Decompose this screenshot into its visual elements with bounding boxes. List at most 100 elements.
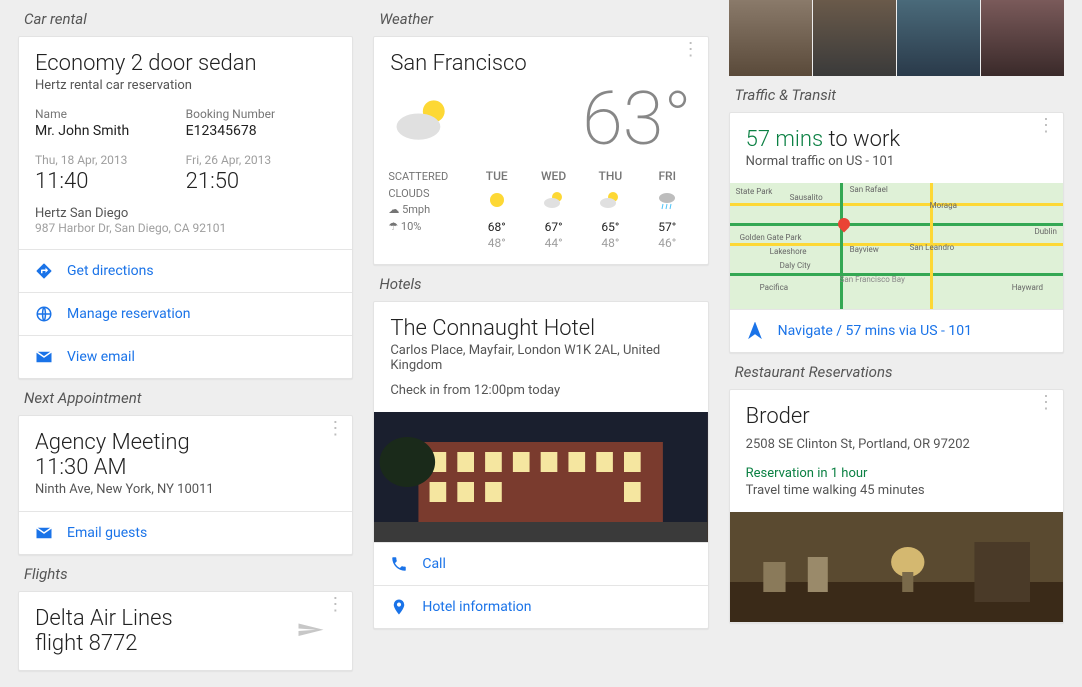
map-label: Golden Gate Park — [740, 233, 802, 242]
restaurant-address: 2508 SE Clinton St, Portland, OR 97202 — [746, 437, 1047, 452]
section-weather: Weather — [379, 10, 708, 28]
traffic-subtitle: Normal traffic on US - 101 — [746, 154, 1047, 169]
weather-wind: 5mph — [402, 203, 430, 216]
globe-icon — [35, 305, 53, 323]
call-button[interactable]: Call — [374, 543, 707, 585]
email-icon — [35, 348, 53, 366]
hotel-name: The Connaught Hotel — [390, 316, 691, 341]
card-car-rental: Economy 2 door sedan Hertz rental car re… — [18, 36, 353, 379]
card-weather: ⋮ San Francisco 63° SCATTERED CLOUDS ☁ 5… — [373, 36, 708, 265]
traffic-minutes: 57 mins — [746, 127, 823, 152]
section-restaurant: Restaurant Reservations — [735, 363, 1064, 381]
reservation-time: Reservation in 1 hour — [746, 466, 1047, 481]
forecast-day-2: THU 65° 48° — [582, 169, 639, 250]
card-restaurant: ⋮ Broder 2508 SE Clinton St, Portland, O… — [729, 389, 1064, 623]
traffic-map[interactable]: State Park Sausalito San Rafael Moraga G… — [730, 183, 1063, 309]
weather-temp: 63° — [582, 76, 692, 163]
sun-icon — [486, 189, 508, 211]
flight-airline: Delta Air Lines — [35, 606, 173, 631]
pin-icon — [390, 598, 408, 616]
person-photo-3[interactable] — [897, 0, 980, 76]
hotel-image — [374, 412, 707, 542]
weather-precip: 10% — [401, 220, 421, 233]
weather-condition: SCATTERED CLOUDS — [388, 169, 468, 202]
map-label: Daly City — [780, 261, 811, 270]
weather-city: San Francisco — [390, 51, 691, 76]
name-label: Name — [35, 107, 186, 121]
card-flight: ⋮ Delta Air Lines flight 8772 — [18, 591, 353, 671]
return-time: 21:50 — [186, 169, 337, 194]
navigate-button[interactable]: Navigate / 57 mins via US - 101 — [730, 310, 1063, 352]
rain-icon — [656, 189, 678, 211]
person-photo-1[interactable] — [729, 0, 812, 76]
map-label: San Leandro — [910, 243, 955, 252]
restaurant-name: Broder — [746, 404, 1047, 429]
forecast-day-label: TUE — [468, 169, 525, 183]
email-guests-button[interactable]: Email guests — [19, 512, 352, 554]
appt-time: 11:30 AM — [35, 455, 336, 480]
person-photo-2[interactable] — [813, 0, 896, 76]
traffic-to-work: to work — [823, 127, 900, 152]
flight-menu-icon[interactable]: ⋮ — [326, 602, 344, 608]
navigate-icon — [746, 322, 764, 340]
appt-location: Ninth Ave, New York, NY 10011 — [35, 482, 336, 497]
section-hotels: Hotels — [379, 275, 708, 293]
forecast-lo: 46° — [639, 236, 696, 250]
forecast-day-label: WED — [525, 169, 582, 183]
flight-number: flight 8772 — [35, 631, 173, 656]
car-title: Economy 2 door sedan — [35, 51, 336, 76]
map-label: San Francisco Bay — [840, 275, 905, 284]
manage-reservation-label: Manage reservation — [67, 306, 191, 322]
appointment-menu-icon[interactable]: ⋮ — [326, 426, 344, 432]
weather-menu-icon[interactable]: ⋮ — [682, 47, 700, 53]
directions-icon — [35, 262, 53, 280]
forecast-lo: 48° — [582, 236, 639, 250]
forecast-day-0: TUE 68° 48° — [468, 169, 525, 250]
phone-icon — [390, 555, 408, 573]
forecast-day-label: THU — [582, 169, 639, 183]
person-photo-4[interactable] — [981, 0, 1064, 76]
get-directions-button[interactable]: Get directions — [19, 250, 352, 292]
section-car-rental: Car rental — [24, 10, 353, 28]
pickup-time: 11:40 — [35, 169, 186, 194]
section-next-appointment: Next Appointment — [24, 389, 353, 407]
card-appointment: ⋮ Agency Meeting 11:30 AM Ninth Ave, New… — [18, 415, 353, 555]
section-traffic: Traffic & Transit — [735, 86, 1064, 104]
return-date: Fri, 26 Apr, 2013 — [186, 153, 337, 167]
car-subtitle: Hertz rental car reservation — [35, 78, 336, 93]
map-label: State Park — [736, 187, 773, 196]
email-guests-label: Email guests — [67, 525, 147, 541]
email-icon — [35, 524, 53, 542]
appt-title: Agency Meeting — [35, 430, 336, 455]
call-label: Call — [422, 556, 446, 572]
forecast-hi: 68° — [468, 220, 525, 234]
view-email-label: View email — [67, 349, 135, 365]
manage-reservation-button[interactable]: Manage reservation — [19, 293, 352, 335]
navigate-label: Navigate / 57 mins via US - 101 — [778, 323, 972, 339]
location-addr: 987 Harbor Dr, San Diego, CA 92101 — [35, 221, 336, 235]
traffic-menu-icon[interactable]: ⋮ — [1037, 123, 1055, 129]
traffic-title: 57 mins to work — [746, 127, 1047, 152]
map-label: Moraga — [930, 201, 957, 210]
partly-cloudy-icon — [390, 90, 460, 150]
name-value: Mr. John Smith — [35, 123, 186, 139]
partly-cloudy-icon — [599, 189, 621, 211]
map-label: San Rafael — [850, 185, 888, 194]
forecast-lo: 48° — [468, 236, 525, 250]
view-email-button[interactable]: View email — [19, 336, 352, 378]
get-directions-label: Get directions — [67, 263, 154, 279]
forecast-day-label: FRI — [639, 169, 696, 183]
people-strip — [729, 0, 1064, 76]
location-name: Hertz San Diego — [35, 206, 336, 221]
restaurant-image — [730, 512, 1063, 622]
section-flights: Flights — [24, 565, 353, 583]
map-label: Hayward — [1012, 283, 1043, 292]
hotel-checkin: Check in from 12:00pm today — [390, 383, 691, 398]
map-label: Dublin — [1035, 227, 1057, 236]
restaurant-menu-icon[interactable]: ⋮ — [1037, 400, 1055, 406]
forecast-hi: 65° — [582, 220, 639, 234]
booking-label: Booking Number — [186, 107, 337, 121]
forecast-day-3: FRI 57° 46° — [639, 169, 696, 250]
plane-icon — [286, 616, 336, 646]
hotel-info-button[interactable]: Hotel information — [374, 586, 707, 628]
